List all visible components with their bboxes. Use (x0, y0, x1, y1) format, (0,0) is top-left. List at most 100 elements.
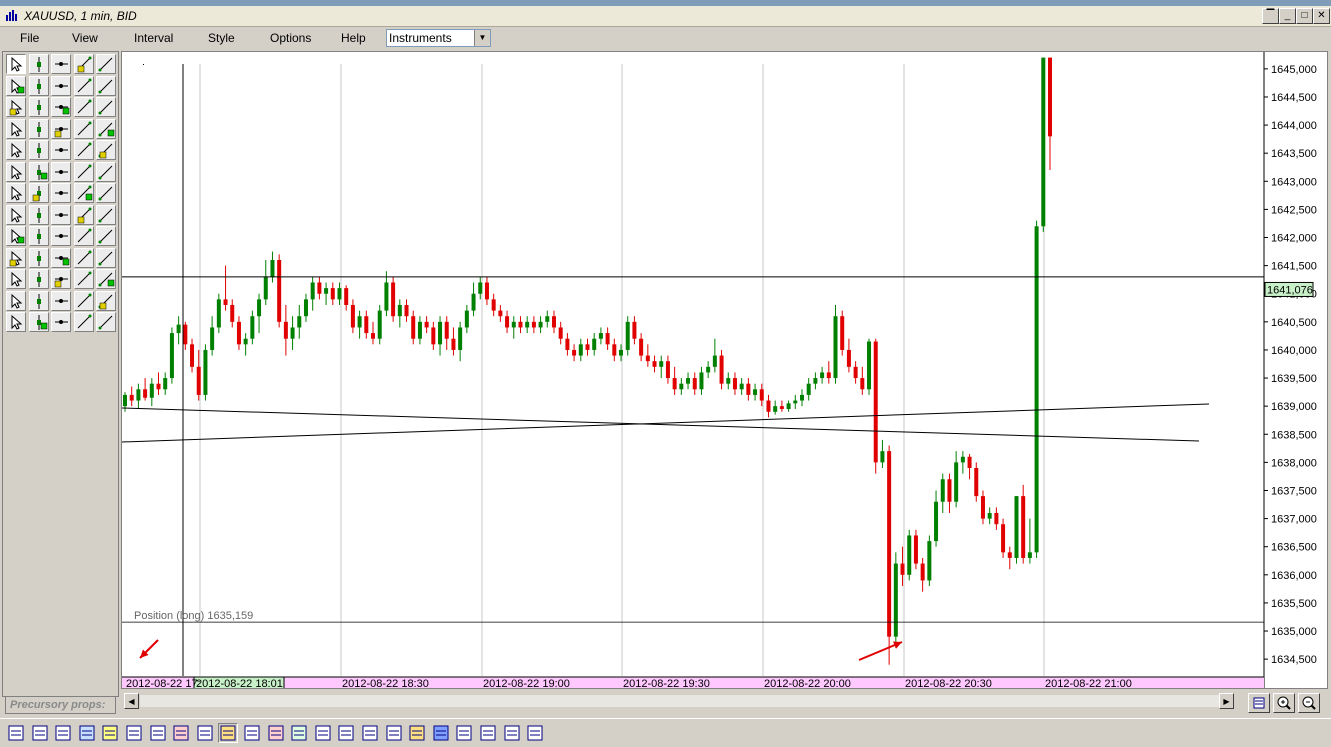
drawing-tool-7[interactable] (28, 75, 49, 96)
text-cursor-button[interactable] (124, 723, 144, 743)
drawing-tool-61[interactable] (6, 312, 26, 332)
drawing-tool-51[interactable] (6, 269, 26, 289)
drawing-tool-42[interactable] (28, 226, 49, 246)
menu-options[interactable]: Options (270, 31, 311, 45)
drawing-tool-41[interactable] (6, 226, 26, 246)
drawing-tool-52[interactable] (28, 269, 49, 289)
drawing-tool-36[interactable] (6, 204, 26, 225)
drawing-tool-48[interactable] (51, 247, 71, 268)
drawing-tool-16[interactable] (6, 118, 26, 139)
drawing-tool-63[interactable] (51, 312, 71, 332)
menu-style[interactable]: Style (208, 31, 235, 45)
drawing-tool-56[interactable] (6, 290, 26, 311)
zoom-button[interactable] (77, 723, 97, 743)
chart-panel[interactable]: 1645,000 1644,500 1644,000 1643,500 1643,000… (121, 51, 1328, 689)
drawing-tool-24[interactable] (73, 140, 94, 160)
drawing-tool-37[interactable] (28, 204, 49, 225)
drawing-tool-14[interactable] (73, 97, 94, 117)
pencil-button[interactable] (6, 723, 26, 743)
drawing-tool-11[interactable] (6, 97, 26, 117)
zoom-out-button[interactable] (1298, 693, 1320, 713)
drawing-tool-35[interactable] (96, 183, 116, 203)
drawing-tool-34[interactable] (73, 183, 94, 203)
save-button[interactable] (431, 723, 451, 743)
candles-button[interactable] (336, 723, 356, 743)
menu-file[interactable]: File (20, 31, 39, 45)
drawing-tool-44[interactable] (73, 226, 94, 246)
scroll-left-icon[interactable]: ◀ (124, 693, 139, 709)
drawing-tool-23[interactable] (51, 140, 71, 160)
chevron-down-icon[interactable]: ▼ (474, 30, 490, 46)
bars3-button[interactable] (384, 723, 404, 743)
drawing-tool-65[interactable] (96, 312, 116, 332)
drawing-tool-21[interactable] (6, 140, 26, 160)
drawing-tool-43[interactable] (51, 226, 71, 246)
drawing-tool-15[interactable] (96, 97, 116, 117)
drawing-tool-47[interactable] (28, 247, 49, 268)
drawing-tool-30[interactable] (96, 161, 116, 182)
period-button[interactable] (195, 723, 215, 743)
drawing-tool-1[interactable] (6, 54, 26, 74)
menu-view[interactable]: View (72, 31, 98, 45)
price-chart[interactable]: 1645,000 1644,500 1644,000 1643,500 1643,000… (122, 52, 1327, 688)
drawing-tool-55[interactable] (96, 269, 116, 289)
drawing-tool-2[interactable] (28, 54, 49, 74)
palette-button[interactable] (218, 723, 239, 743)
drawing-tool-12[interactable] (28, 97, 49, 117)
crosshair-button[interactable] (148, 723, 168, 743)
drawing-tool-50[interactable] (96, 247, 116, 268)
grid-button[interactable] (171, 723, 191, 743)
drawing-tool-39[interactable] (73, 204, 94, 225)
drawing-tool-58[interactable] (51, 290, 71, 311)
drawing-tool-17[interactable] (28, 118, 49, 139)
maximize-button[interactable]: □ (1296, 8, 1313, 24)
drawing-tool-38[interactable] (51, 204, 71, 225)
network-button[interactable] (313, 723, 333, 743)
drawing-tool-33[interactable] (51, 183, 71, 203)
zoom-in-button[interactable] (1273, 693, 1295, 713)
drawing-tool-22[interactable] (28, 140, 49, 160)
drawing-tool-10[interactable] (96, 75, 116, 96)
drawing-tool-8[interactable] (51, 75, 71, 96)
columns-button[interactable] (100, 723, 120, 743)
chart2-button[interactable] (454, 723, 474, 743)
drawing-tool-31[interactable] (6, 183, 26, 203)
drawing-tool-3[interactable] (51, 54, 71, 74)
drawing-tool-27[interactable] (28, 161, 49, 182)
drawing-tool-20[interactable] (96, 118, 116, 139)
menu-help[interactable]: Help (341, 31, 366, 45)
minimize-button[interactable]: _ (1279, 8, 1296, 24)
horizontal-scrollbar[interactable]: ◀ ▶ (124, 693, 1234, 710)
drawing-tool-57[interactable] (28, 290, 49, 311)
folder-button[interactable] (407, 723, 427, 743)
chart-button[interactable] (289, 723, 309, 743)
drawing-tool-62[interactable] (28, 312, 49, 332)
instrument-select[interactable]: Instruments ▼ (386, 29, 491, 47)
drawing-tool-26[interactable] (6, 161, 26, 182)
calculator-button[interactable] (525, 723, 545, 743)
people-button[interactable] (478, 723, 498, 743)
list-button[interactable] (30, 723, 50, 743)
panel-button[interactable] (53, 723, 73, 743)
bars2-button[interactable] (360, 723, 380, 743)
drawing-tool-46[interactable] (6, 247, 26, 268)
grid2-button[interactable] (502, 723, 522, 743)
drawing-tool-19[interactable] (73, 118, 94, 139)
drawing-tool-4[interactable] (73, 54, 94, 74)
drawing-tool-5[interactable] (96, 54, 116, 74)
scroll-right-icon[interactable]: ▶ (1219, 693, 1234, 709)
drawing-tool-29[interactable] (73, 161, 94, 182)
table-button[interactable] (242, 723, 262, 743)
drawing-tool-6[interactable] (6, 75, 26, 96)
drawing-tool-18[interactable] (51, 118, 71, 139)
drawing-tool-59[interactable] (73, 290, 94, 311)
drawing-tool-45[interactable] (96, 226, 116, 246)
restore-button[interactable]: ▔ (1262, 8, 1279, 24)
drawing-tool-53[interactable] (51, 269, 71, 289)
drawing-tool-60[interactable] (96, 290, 116, 311)
drawing-tool-25[interactable] (96, 140, 116, 160)
drawing-tool-54[interactable] (73, 269, 94, 289)
bars-button[interactable] (266, 723, 286, 743)
drawing-tool-13[interactable] (51, 97, 71, 117)
drawing-tool-28[interactable] (51, 161, 71, 182)
